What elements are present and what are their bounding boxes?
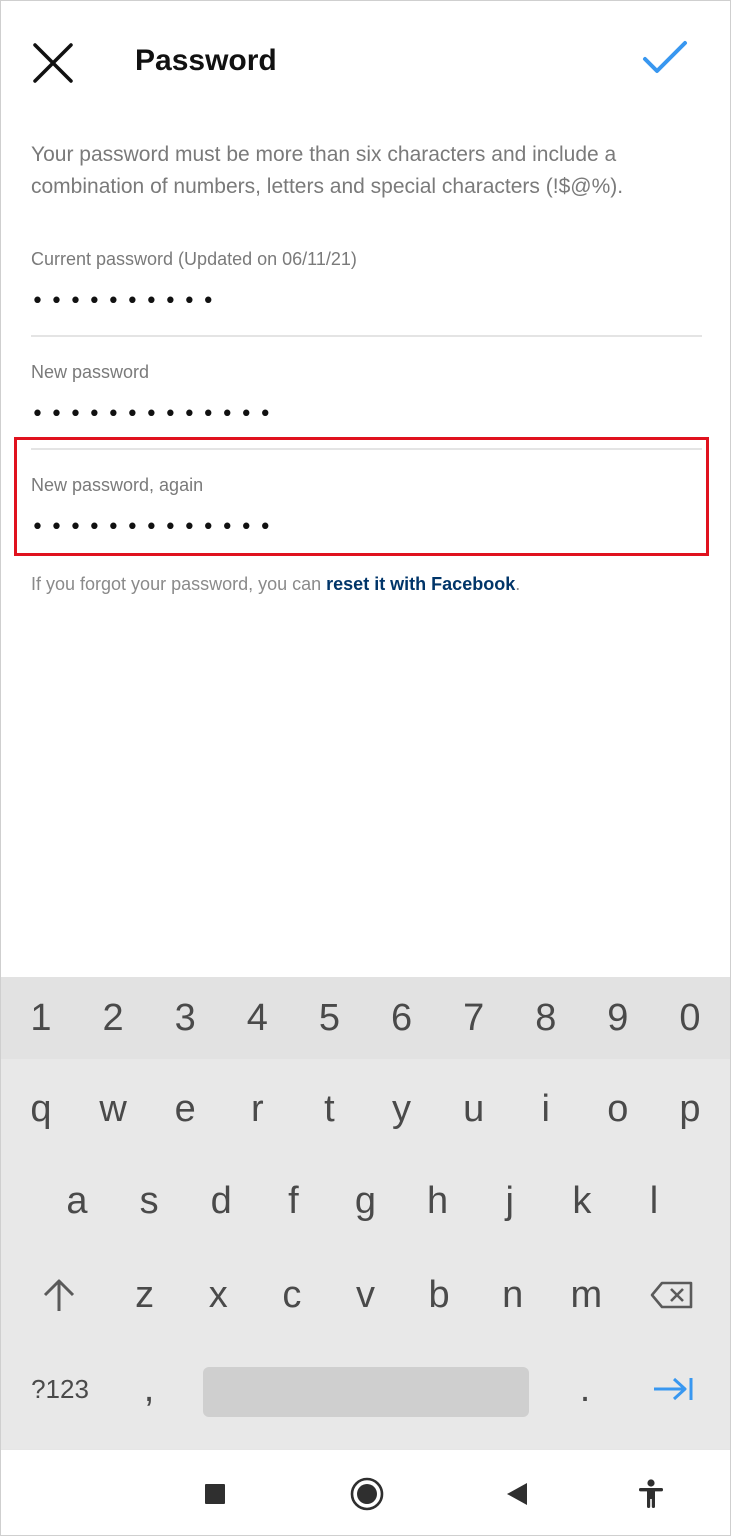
key-f[interactable]: f [257, 1155, 329, 1247]
key-e[interactable]: e [149, 1063, 221, 1155]
keyboard-row-zxcv: z x c v b n m [1, 1249, 730, 1341]
back-button[interactable] [493, 1470, 541, 1518]
backspace-icon [650, 1281, 693, 1309]
current-password-input[interactable] [31, 281, 702, 321]
password-screen: Password Your password must be more than… [0, 0, 731, 1536]
key-s[interactable]: s [113, 1155, 185, 1247]
space-key[interactable] [203, 1367, 529, 1417]
backspace-key[interactable] [624, 1249, 720, 1341]
key-j[interactable]: j [474, 1155, 546, 1247]
key-x[interactable]: x [182, 1249, 254, 1341]
accessibility-button[interactable] [627, 1470, 675, 1518]
key-y[interactable]: y [366, 1063, 438, 1155]
period-key[interactable]: . [557, 1343, 613, 1435]
square-icon [205, 1484, 225, 1504]
key-i[interactable]: i [510, 1063, 582, 1155]
key-m[interactable]: m [550, 1249, 622, 1341]
header: Password [1, 1, 730, 121]
circle-icon [350, 1477, 384, 1511]
key-1[interactable]: 1 [5, 977, 77, 1059]
key-0[interactable]: 0 [654, 977, 726, 1059]
key-d[interactable]: d [185, 1155, 257, 1247]
key-l[interactable]: l [618, 1155, 690, 1247]
key-t[interactable]: t [293, 1063, 365, 1155]
keyboard-row-qwerty: q w e r t y u i o p [1, 1063, 730, 1155]
key-4[interactable]: 4 [221, 977, 293, 1059]
next-key[interactable] [637, 1343, 709, 1435]
password-requirements-text: Your password must be more than six char… [31, 143, 624, 198]
highlight-box [14, 437, 709, 556]
key-a[interactable]: a [41, 1155, 113, 1247]
shift-key[interactable] [11, 1249, 107, 1341]
key-n[interactable]: n [477, 1249, 549, 1341]
system-nav-bar [1, 1449, 730, 1535]
keyboard-row-bottom: ?123 , . [1, 1343, 730, 1435]
keyboard-row-asdf: a s d f g h j k l [1, 1155, 730, 1247]
checkmark-icon [643, 41, 687, 73]
page-title: Password [135, 44, 277, 77]
confirm-button[interactable] [637, 37, 693, 81]
new-password-input[interactable] [31, 394, 702, 434]
key-5[interactable]: 5 [293, 977, 365, 1059]
field-divider [31, 335, 702, 337]
current-password-field: Current password (Updated on 06/11/21) [31, 247, 702, 337]
new-password-label: New password [31, 362, 150, 382]
key-b[interactable]: b [403, 1249, 475, 1341]
close-button[interactable] [29, 39, 77, 87]
triangle-back-icon [507, 1483, 527, 1505]
key-r[interactable]: r [221, 1063, 293, 1155]
comma-key[interactable]: , [121, 1343, 177, 1435]
reset-with-facebook-link[interactable]: reset it with Facebook [326, 574, 515, 594]
key-8[interactable]: 8 [510, 977, 582, 1059]
key-v[interactable]: v [330, 1249, 402, 1341]
symbols-key[interactable]: ?123 [21, 1343, 99, 1435]
keyboard-number-row: 1 2 3 4 5 6 7 8 9 0 [1, 977, 730, 1059]
key-o[interactable]: o [582, 1063, 654, 1155]
home-button[interactable] [343, 1470, 391, 1518]
key-9[interactable]: 9 [582, 977, 654, 1059]
forgot-suffix: . [515, 574, 521, 594]
key-6[interactable]: 6 [366, 977, 438, 1059]
accessibility-icon [639, 1479, 663, 1508]
key-u[interactable]: u [438, 1063, 510, 1155]
tab-next-icon [654, 1377, 693, 1401]
keyboard: 1 2 3 4 5 6 7 8 9 0 q w e r t y u i o p … [1, 977, 730, 1449]
key-w[interactable]: w [77, 1063, 149, 1155]
key-q[interactable]: q [5, 1063, 77, 1155]
key-k[interactable]: k [546, 1155, 618, 1247]
current-password-label: Current password (Updated on 06/11/21) [31, 249, 357, 269]
recents-button[interactable] [191, 1470, 239, 1518]
shift-arrow-icon [43, 1279, 75, 1311]
key-c[interactable]: c [256, 1249, 328, 1341]
key-7[interactable]: 7 [438, 977, 510, 1059]
forgot-password-text: If you forgot your password, you can res… [31, 571, 520, 597]
key-h[interactable]: h [402, 1155, 474, 1247]
key-3[interactable]: 3 [149, 977, 221, 1059]
close-icon [33, 43, 73, 83]
key-z[interactable]: z [109, 1249, 181, 1341]
key-2[interactable]: 2 [77, 977, 149, 1059]
forgot-prefix: If you forgot your password, you can [31, 574, 327, 594]
key-p[interactable]: p [654, 1063, 726, 1155]
key-g[interactable]: g [330, 1155, 402, 1247]
